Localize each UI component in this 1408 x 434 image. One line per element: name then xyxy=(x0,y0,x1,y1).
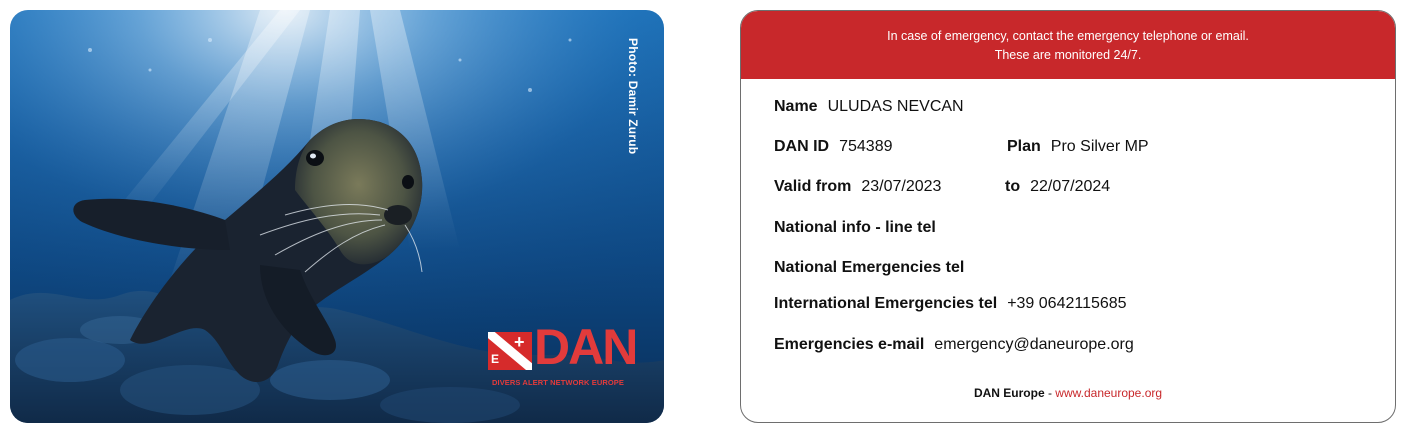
national-info-label: National info - line tel xyxy=(774,219,936,236)
email-value[interactable]: emergency@daneurope.org xyxy=(934,336,1133,353)
valid-from-label: Valid from xyxy=(774,178,852,195)
email-label: Emergencies e-mail xyxy=(774,336,925,353)
banner-line-1: In case of emergency, contact the emerge… xyxy=(887,29,1249,43)
dan-id-value: 754389 xyxy=(839,138,893,155)
card-footer: DAN Europe - www.daneurope.org xyxy=(741,386,1395,400)
national-info-row: National info - line tel xyxy=(774,219,936,237)
flag-letter: E xyxy=(491,352,500,366)
dan-id-row: DAN ID 754389 xyxy=(774,138,893,156)
front-card: Photo: Damir Zurub E + DAN DIVERS ALERT … xyxy=(10,10,664,423)
banner-line-2: These are monitored 24/7. xyxy=(994,48,1142,62)
back-card: In case of emergency, contact the emerge… xyxy=(740,10,1396,423)
emergency-banner: In case of emergency, contact the emerge… xyxy=(741,11,1395,79)
valid-to-row: to 22/07/2024 xyxy=(1005,178,1110,196)
plus-icon: + xyxy=(514,332,525,352)
valid-from-value: 23/07/2023 xyxy=(861,178,942,195)
email-row: Emergencies e-mail emergency@daneurope.or… xyxy=(774,336,1134,354)
footer-separator: - xyxy=(1044,386,1056,400)
valid-from-row: Valid from 23/07/2023 xyxy=(774,178,941,196)
name-label: Name xyxy=(774,98,818,115)
footer-org: DAN Europe xyxy=(973,386,1045,400)
plan-row: Plan Pro Silver MP xyxy=(1007,138,1149,156)
valid-to-value: 22/07/2024 xyxy=(1030,178,1111,195)
dan-id-label: DAN ID xyxy=(774,138,830,155)
international-emergencies-label: International Emergencies tel xyxy=(774,295,998,312)
name-row: Name ULUDAS NEVCAN xyxy=(774,98,964,116)
dan-wordmark: DAN xyxy=(534,319,638,375)
name-value: ULUDAS NEVCAN xyxy=(827,98,964,115)
plan-label: Plan xyxy=(1007,138,1041,155)
national-emergencies-label: National Emergencies tel xyxy=(774,259,965,276)
national-emergencies-row: National Emergencies tel xyxy=(774,259,964,277)
plan-value: Pro Silver MP xyxy=(1050,138,1149,155)
footer-website-link[interactable]: www.daneurope.org xyxy=(1055,386,1162,400)
dan-tagline: DIVERS ALERT NETWORK EUROPE xyxy=(492,378,625,387)
international-emergencies-row: International Emergencies tel +39 0642115… xyxy=(774,295,1127,313)
international-emergencies-value: +39 0642115685 xyxy=(1007,295,1127,312)
dive-flag-icon: E + xyxy=(488,332,532,370)
photo-credit: Photo: Damir Zurub xyxy=(626,38,640,155)
valid-to-label: to xyxy=(1005,178,1021,195)
dan-logo: E + DAN DIVERS ALERT NETWORK EUROPE xyxy=(488,322,638,408)
